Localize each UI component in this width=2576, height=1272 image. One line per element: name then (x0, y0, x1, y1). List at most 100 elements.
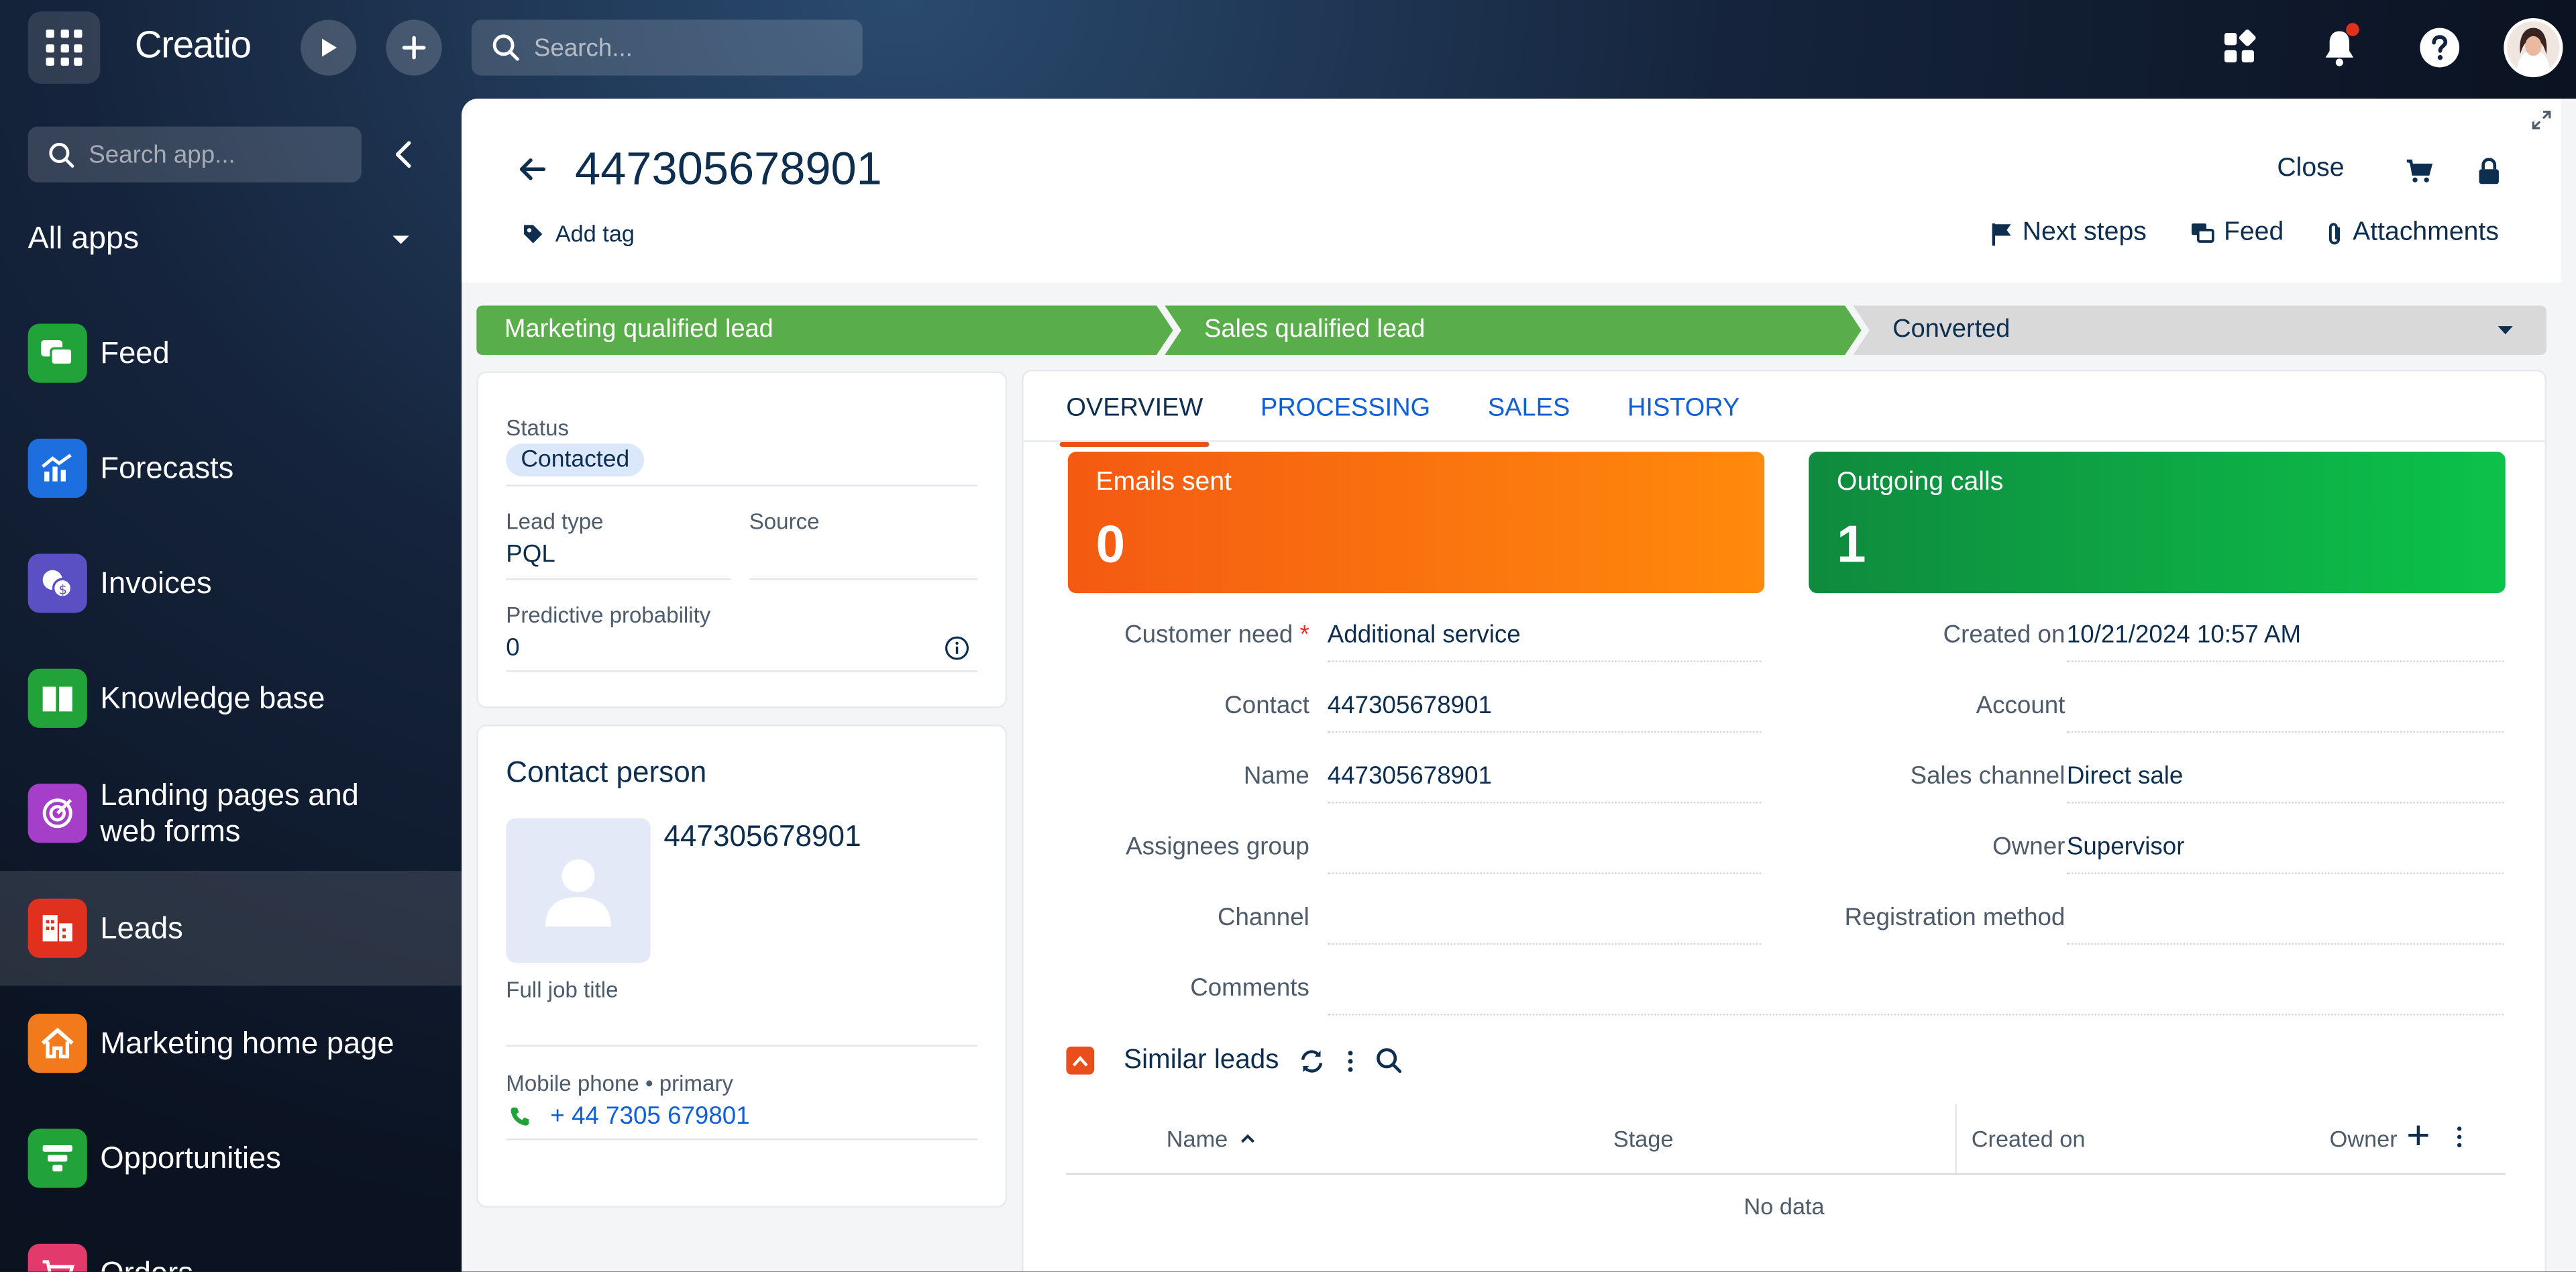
add-tag-button[interactable]: Add tag (523, 220, 635, 246)
field-customer-need: Customer need * Additional service (1024, 615, 1780, 664)
tab-overview[interactable]: OVERVIEW (1059, 394, 1210, 447)
tab-history[interactable]: HISTORY (1627, 394, 1739, 437)
more-vertical-icon[interactable] (1346, 1047, 1356, 1073)
contact-card-title: Contact person (506, 755, 707, 789)
record-tabs: OVERVIEW PROCESSING SALES HISTORY (1059, 394, 1739, 447)
nav-item-invoices[interactable]: $ Invoices (0, 526, 462, 641)
creatio-logo: Creatio (134, 23, 252, 66)
field-label: Contact (1224, 692, 1309, 720)
column-header-name[interactable]: Name (1167, 1126, 1256, 1152)
stage-label: Sales qualified lead (1204, 315, 1426, 343)
add-button[interactable] (386, 19, 442, 76)
home-icon (28, 1014, 87, 1073)
column-header-stage[interactable]: Stage (1613, 1126, 1674, 1152)
global-search-input[interactable]: Search... (471, 19, 863, 76)
sort-asc-icon (1241, 1134, 1255, 1143)
status-field[interactable]: Contacted (506, 443, 645, 477)
grid-icon (46, 30, 83, 66)
owner-value[interactable]: Supervisor (2067, 833, 2185, 861)
contact-value[interactable]: 447305678901 (1328, 692, 1492, 720)
search-icon (49, 142, 74, 167)
nav-item-landing-pages[interactable]: Landing pages and web forms (0, 756, 462, 871)
next-steps-button[interactable]: Next steps (1991, 219, 2147, 248)
more-vertical-icon[interactable] (2455, 1124, 2465, 1150)
lead-type-value[interactable]: PQL (506, 541, 555, 569)
field-label: Created on (1943, 621, 2065, 649)
close-button[interactable]: Close (2277, 154, 2344, 184)
field-label: Assignees group (1126, 833, 1309, 861)
column-header-created-on[interactable]: Created on (1972, 1126, 2086, 1152)
metric-label: Outgoing calls (1836, 468, 2004, 496)
expand-icon[interactable] (2530, 109, 2553, 131)
nav-label: Feed (100, 335, 170, 370)
search-icon[interactable] (1376, 1047, 1404, 1075)
chat-icon (2190, 223, 2214, 243)
back-button[interactable] (515, 151, 551, 187)
lock-button[interactable] (2473, 154, 2506, 187)
app-search-input[interactable]: Search app... (28, 126, 362, 182)
sales-channel-value[interactable]: Direct sale (2067, 762, 2184, 790)
notifications-button[interactable] (2315, 23, 2364, 72)
phone-value[interactable]: + 44 7305 679801 (550, 1102, 749, 1130)
funnel-icon (28, 1128, 87, 1188)
lock-icon (2479, 157, 2499, 184)
user-avatar[interactable] (2504, 17, 2563, 78)
nav-label: Landing pages and web forms (100, 777, 359, 848)
all-apps-dropdown[interactable]: All apps (28, 222, 423, 258)
stage-sales-qualified[interactable]: Sales qualified lead (1165, 305, 1862, 355)
tab-sales[interactable]: SALES (1488, 394, 1570, 437)
collapse-section-button[interactable] (1066, 1047, 1095, 1075)
contact-name: 447305678901 (663, 820, 861, 853)
info-icon[interactable] (945, 636, 969, 661)
widgets-button[interactable] (2214, 23, 2263, 72)
tag-icon (524, 224, 543, 243)
contact-photo[interactable] (506, 818, 651, 963)
record-actions: Next steps Feed Attachments (1991, 219, 2499, 248)
probability-value: 0 (506, 634, 520, 662)
nav-item-orders[interactable]: Orders (0, 1216, 462, 1272)
phone-icon[interactable] (509, 1106, 531, 1127)
refresh-icon[interactable] (1299, 1047, 1327, 1073)
stage-marketing-qualified[interactable]: Marketing qualified lead (476, 305, 1173, 355)
app-launcher-button[interactable] (28, 11, 101, 84)
nav-item-knowledge-base[interactable]: Knowledge base (0, 641, 462, 755)
outgoing-calls-metric[interactable]: Outgoing calls 1 (1809, 452, 2506, 594)
nav-label: Leads (100, 910, 183, 945)
add-column-icon[interactable] (2407, 1124, 2430, 1147)
feed-button[interactable]: Feed (2190, 219, 2284, 248)
app-nav: Feed Forecasts $ Invoices Knowledge base… (0, 296, 462, 1272)
nav-item-feed[interactable]: Feed (0, 296, 462, 411)
nav-label: Forecasts (100, 450, 234, 485)
help-button[interactable] (2415, 23, 2464, 72)
global-search-placeholder: Search... (533, 34, 633, 62)
collapse-sidebar-button[interactable] (384, 135, 421, 174)
nav-label: Knowledge base (100, 680, 325, 715)
nav-item-forecasts[interactable]: Forecasts (0, 411, 462, 525)
run-process-button[interactable] (301, 19, 357, 76)
widgets-icon (2224, 30, 2256, 63)
nav-item-opportunities[interactable]: Opportunities (0, 1101, 462, 1216)
nav-label: Invoices (100, 565, 212, 600)
feed-label: Feed (2223, 218, 2284, 247)
nav-item-leads[interactable]: Leads (0, 870, 462, 986)
target-icon (28, 784, 87, 843)
job-title-label: Full job title (506, 977, 619, 1002)
table-header-divider (1066, 1173, 2506, 1175)
name-value[interactable]: 447305678901 (1328, 762, 1492, 790)
status-badge: Contacted (506, 443, 645, 477)
customer-need-value[interactable]: Additional service (1328, 621, 1521, 649)
svg-text:$: $ (59, 582, 67, 597)
attachments-button[interactable]: Attachments (2326, 219, 2499, 248)
emails-sent-metric[interactable]: Emails sent 0 (1067, 452, 1765, 594)
field-created-on: Created on 10/21/2024 10:57 AM (1779, 615, 2535, 664)
field-account: Account (1779, 685, 2535, 734)
book-icon (28, 668, 87, 728)
nav-label: Marketing home page (100, 1025, 394, 1060)
nav-item-marketing-home[interactable]: Marketing home page (0, 986, 462, 1100)
cart-button[interactable] (2402, 154, 2434, 187)
tab-processing[interactable]: PROCESSING (1260, 394, 1430, 437)
record-header: 447305678901 Add tag Close Next steps Fe… (462, 98, 2561, 283)
stage-converted[interactable]: Converted (1853, 305, 2546, 355)
chevron-left-icon (395, 141, 411, 168)
column-header-owner[interactable]: Owner (2330, 1126, 2399, 1152)
